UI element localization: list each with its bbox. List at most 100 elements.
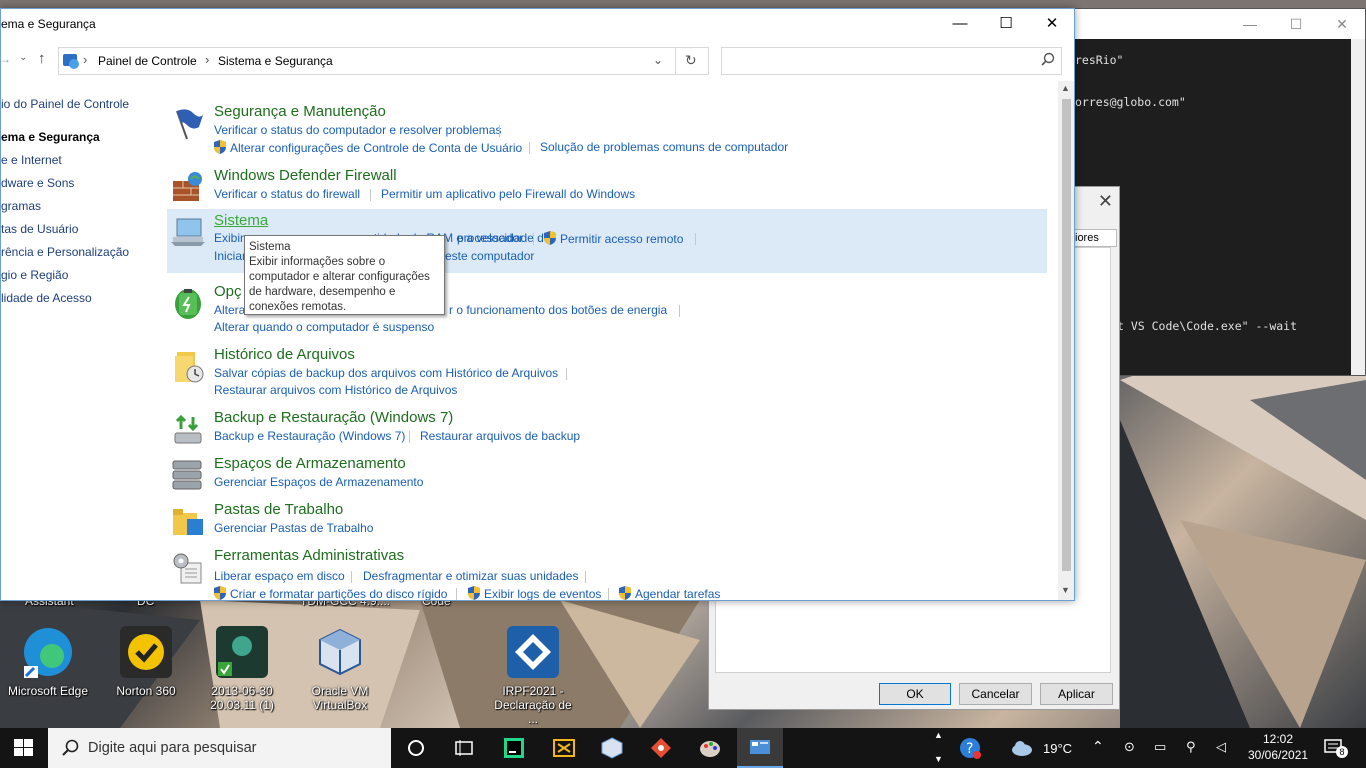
terminal-maximize-button[interactable]: ☐ (1273, 16, 1319, 33)
manage-work-folders-link[interactable]: Gerenciar Pastas de Trabalho (214, 521, 373, 535)
category-title[interactable]: Sistema (214, 212, 268, 229)
this-computer-link[interactable]: este computador (445, 249, 534, 263)
network-icon[interactable]: ⊙ (1124, 739, 1135, 755)
terminal-close-button[interactable]: ✕ (1319, 16, 1365, 33)
manage-storage-link[interactable]: Gerenciar Espaços de Armazenamento (214, 475, 423, 489)
forward-arrow-icon[interactable]: → (1, 52, 11, 66)
category-title[interactable]: Backup e Restauração (Windows 7) (214, 409, 453, 426)
nav-item-hardware[interactable]: dware e Sons (1, 176, 74, 190)
control-panel-taskbar-button[interactable] (737, 728, 783, 768)
nav-item-accessibility[interactable]: lidade de Acesso (1, 291, 92, 305)
partition-link[interactable]: Criar e formatar partições do disco rígi… (214, 586, 447, 600)
restore-backup-link[interactable]: Restaurar arquivos de backup (420, 429, 580, 443)
power-link-partial[interactable]: Altera (214, 303, 245, 317)
desktop-icon-irpf[interactable]: IRPF2021 - Declaração de ... (491, 626, 575, 726)
tray-expand-icon[interactable]: ⌃ (1092, 738, 1104, 755)
clock-time[interactable]: 12:02 (1263, 732, 1293, 746)
nav-item-network[interactable]: e e Internet (1, 153, 62, 167)
nav-item-system-security[interactable]: ema e Segurança (1, 130, 100, 144)
cortana-icon[interactable] (404, 736, 428, 760)
scroll-up-icon[interactable]: ▲ (1061, 83, 1070, 93)
desktop-icon-photo[interactable]: 2013-06-30 20.03.11 (1) (200, 626, 284, 712)
battery-icon[interactable]: ▭ (1154, 739, 1166, 755)
vertical-scrollbar[interactable]: ▲ ▼ (1058, 81, 1074, 600)
defrag-link[interactable]: Desfragmentar e otimizar suas unidades (363, 569, 578, 583)
schedule-tasks-link[interactable]: Agendar tarefas (619, 586, 720, 600)
dialog-close-button[interactable]: ✕ (1098, 191, 1113, 212)
search-icon[interactable] (1041, 52, 1055, 69)
link-text: Permitir acesso remoto (560, 232, 684, 246)
category-title[interactable]: Opç (214, 283, 242, 300)
category-title[interactable]: Espaços de Armazenamento (214, 455, 406, 472)
refresh-icon[interactable]: ↻ (685, 52, 697, 69)
scrollbar-thumb[interactable] (1062, 99, 1071, 571)
up-arrow-icon[interactable]: ↑ (38, 50, 46, 67)
wifi-icon[interactable]: ⚲ (1186, 739, 1196, 755)
close-button[interactable]: ✕ (1029, 9, 1074, 39)
breadcrumb-control-panel[interactable]: Painel de Controle (98, 54, 197, 68)
pycharm-icon[interactable] (502, 736, 526, 760)
notifications-icon[interactable]: 8 (1324, 738, 1348, 761)
nav-item-programs[interactable]: gramas (1, 199, 41, 213)
category-title[interactable]: Histórico de Arquivos (214, 346, 355, 363)
dialog-tab[interactable]: iores (1071, 229, 1117, 247)
nav-item-home[interactable]: io do Painel de Controle (1, 97, 129, 111)
uac-settings-link[interactable]: Alterar configurações de Controle de Con… (214, 140, 522, 155)
clock-date[interactable]: 30/06/2021 (1248, 748, 1308, 762)
app-icon[interactable] (552, 736, 576, 760)
desktop-icon-edge[interactable]: Microsoft Edge (6, 626, 90, 698)
breadcrumb-separator-icon[interactable]: › (205, 52, 209, 67)
category-title[interactable]: Windows Defender Firewall (214, 167, 397, 184)
volume-icon[interactable]: ◁ (1216, 739, 1226, 755)
weather-cloud-icon[interactable] (1010, 736, 1034, 760)
help-icon[interactable]: ? (958, 736, 982, 760)
free-disk-link[interactable]: Liberar espaço em disco (214, 569, 345, 583)
troubleshoot-link[interactable]: Solução de problemas comuns de computado… (540, 140, 788, 154)
taskbar-search[interactable]: Digite aqui para pesquisar (48, 728, 391, 768)
processor-link[interactable]: processador (457, 231, 523, 245)
power-buttons-link[interactable]: r o funcionamento dos botões de energia (449, 303, 667, 317)
firewall-status-link[interactable]: Verificar o status do firewall (214, 187, 360, 201)
cancel-button[interactable]: Cancelar (959, 683, 1032, 705)
breadcrumb-system-security[interactable]: Sistema e Segurança (218, 54, 333, 68)
breadcrumb-separator-icon[interactable]: › (83, 52, 87, 67)
nav-item-appearance[interactable]: rência e Personalização (1, 245, 129, 259)
category-title[interactable]: Pastas de Trabalho (214, 501, 343, 518)
nav-item-user-accounts[interactable]: tas de Usuário (1, 222, 78, 236)
desktop-icon-virtualbox[interactable]: Oracle VM VirtualBox (298, 626, 382, 712)
remote-access-link[interactable]: Permitir acesso remoto (544, 231, 683, 246)
category-title[interactable]: Segurança e Manutenção (214, 103, 386, 120)
recent-chevron-icon[interactable]: ⌄ (19, 52, 27, 63)
check-status-link[interactable]: Verificar o status do computador e resol… (214, 123, 501, 137)
window-titlebar[interactable]: ema e Segurança — ☐ ✕ (1, 9, 1074, 39)
restore-files-link[interactable]: Restaurar arquivos com Histórico de Arqu… (214, 383, 457, 397)
save-backup-link[interactable]: Salvar cópias de backup dos arquivos com… (214, 366, 558, 380)
scroll-down-icon[interactable]: ▼ (1061, 585, 1070, 595)
maximize-button[interactable]: ☐ (983, 9, 1029, 39)
nav-item-region[interactable]: gio e Região (1, 268, 68, 282)
temperature[interactable]: 19°C (1043, 741, 1072, 756)
git-icon[interactable] (649, 736, 673, 760)
virtualbox-taskbar-icon[interactable] (600, 736, 624, 760)
terminal-scrollbar[interactable] (1351, 39, 1365, 375)
address-bar[interactable]: › Painel de Controle › Sistema e Seguran… (58, 47, 709, 75)
chevron-down-icon[interactable]: ▼ (934, 754, 943, 764)
minimize-button[interactable]: — (937, 9, 983, 39)
chevron-up-icon[interactable]: ▲ (934, 730, 943, 740)
category-title[interactable]: Ferramentas Administrativas (214, 547, 404, 564)
address-dropdown-icon[interactable]: ⌄ (653, 53, 663, 67)
search-input[interactable] (721, 47, 1062, 75)
apply-button[interactable]: Aplicar (1040, 683, 1113, 705)
terminal-minimize-button[interactable]: — (1227, 16, 1273, 32)
backup-restore-link[interactable]: Backup e Restauração (Windows 7) (214, 429, 405, 443)
paint-icon[interactable] (698, 736, 722, 760)
ok-button[interactable]: OK (879, 683, 951, 705)
task-view-icon[interactable] (452, 736, 476, 760)
control-panel-window[interactable]: ema e Segurança — ☐ ✕ → ⌄ ↑ › Painel de … (0, 8, 1075, 601)
allow-app-link[interactable]: Permitir um aplicativo pelo Firewall do … (381, 187, 635, 201)
desktop-icon-norton[interactable]: Norton 360 (104, 626, 188, 698)
event-logs-link[interactable]: Exibir logs de eventos (468, 586, 601, 600)
start-button[interactable] (14, 739, 34, 760)
view-ram-link[interactable]: Exibir (214, 231, 244, 245)
sleep-link[interactable]: Alterar quando o computador é suspenso (214, 320, 434, 334)
